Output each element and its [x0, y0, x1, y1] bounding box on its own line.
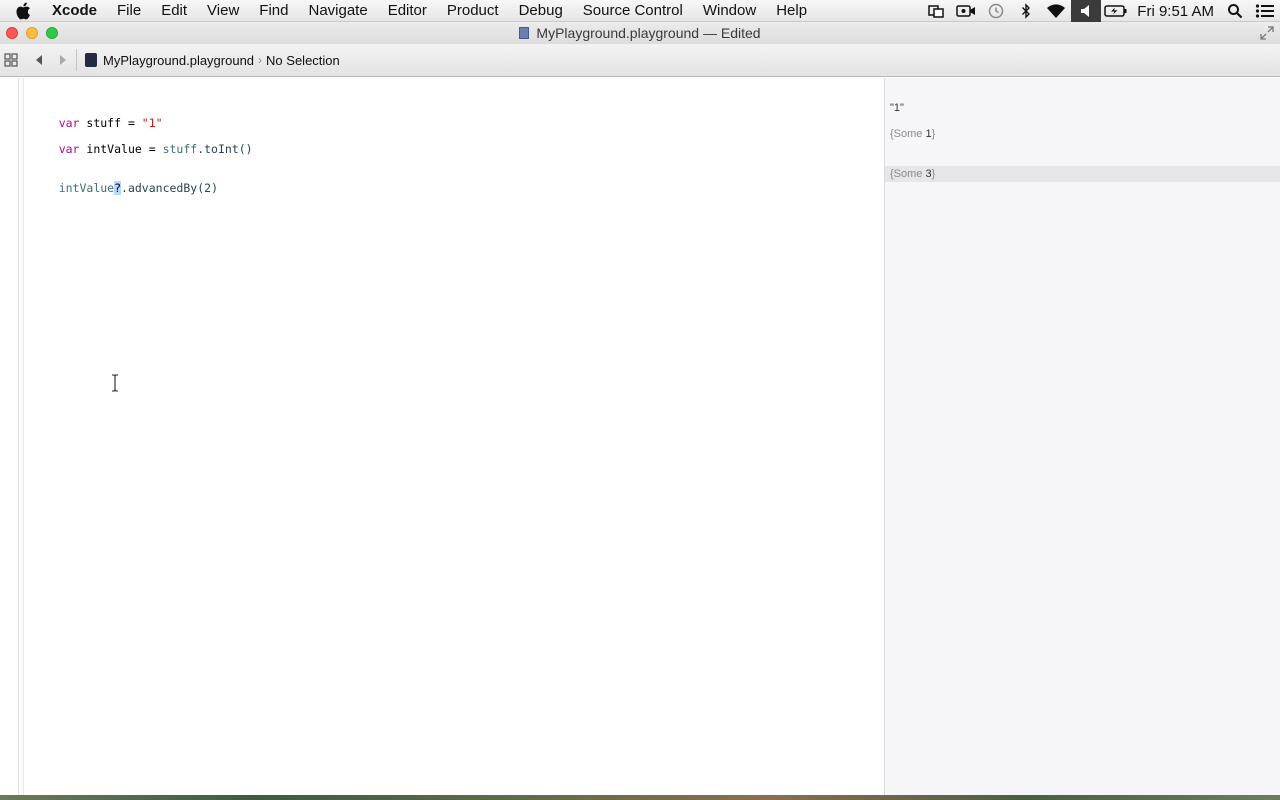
selected-text: ? [114, 181, 122, 195]
result-line-1[interactable]: "1" [890, 102, 904, 114]
menu-window[interactable]: Window [693, 0, 766, 22]
menu-navigate[interactable]: Navigate [298, 0, 377, 22]
camera-icon[interactable] [951, 0, 981, 22]
window-title: MyPlayground.playground — Edited [536, 25, 761, 41]
window-close-button[interactable] [6, 27, 18, 39]
menu-view[interactable]: View [197, 0, 249, 22]
code-text: ) [211, 181, 218, 195]
window-title-bar: MyPlayground.playground — Edited [0, 22, 1280, 44]
spotlight-icon[interactable] [1220, 0, 1250, 22]
menu-bar: Xcode File Edit View Find Navigate Edito… [0, 0, 1280, 22]
breadcrumb-chevron-icon: › [258, 53, 263, 67]
identifier: stuff [162, 142, 198, 156]
editor-gutter [18, 78, 24, 800]
bluetooth-icon[interactable] [1011, 0, 1041, 22]
window-minimize-button[interactable] [26, 27, 38, 39]
result-line-3[interactable]: {Some 3} [885, 166, 1280, 182]
code-line-2[interactable]: var intValue = stuff.toInt() [31, 128, 253, 170]
keyword: var [58, 142, 80, 156]
jump-bar: MyPlayground.playground › No Selection [0, 44, 1280, 77]
menu-product[interactable]: Product [437, 0, 509, 22]
back-arrow-icon[interactable] [29, 44, 49, 77]
related-items-grid-icon[interactable] [1, 44, 21, 77]
ibeam-cursor-icon [110, 374, 120, 392]
result-value: "1" [890, 102, 904, 114]
window-zoom-button[interactable] [46, 27, 58, 39]
menu-find[interactable]: Find [249, 0, 298, 22]
menu-edit[interactable]: Edit [151, 0, 197, 22]
menu-debug[interactable]: Debug [509, 0, 573, 22]
result-prefix: {Some [890, 168, 926, 180]
menu-file[interactable]: File [107, 0, 151, 22]
menu-source-control[interactable]: Source Control [573, 0, 693, 22]
method-call: .advancedBy( [121, 181, 205, 195]
notification-center-icon[interactable] [1250, 0, 1280, 22]
result-prefix: {Some [890, 128, 926, 140]
playground-file-icon [85, 53, 97, 67]
breadcrumb-file[interactable]: MyPlayground.playground [103, 53, 254, 68]
volume-icon[interactable] [1071, 0, 1102, 22]
jump-bar-divider [76, 49, 77, 71]
battery-icon[interactable] [1101, 0, 1131, 22]
identifier: intValue [58, 181, 115, 195]
result-suffix: } [931, 128, 936, 140]
code-text: intValue = [79, 142, 163, 156]
document-icon [519, 27, 530, 39]
method-call: .toInt() [197, 142, 253, 156]
time-machine-icon[interactable] [981, 0, 1011, 22]
breadcrumb-selection[interactable]: No Selection [266, 53, 340, 68]
menu-app-name[interactable]: Xcode [46, 0, 107, 22]
wifi-icon[interactable] [1041, 0, 1071, 22]
result-line-2[interactable]: {Some 1} [890, 128, 935, 140]
fullscreen-icon[interactable] [1260, 26, 1274, 40]
status-area: Fri 9:51 AM [921, 0, 1280, 22]
menu-help[interactable]: Help [766, 0, 817, 22]
code-line-3[interactable]: intValue?.advancedBy(2) [31, 167, 218, 209]
desktop-background-strip [0, 795, 1280, 800]
menu-editor[interactable]: Editor [378, 0, 437, 22]
code-editor[interactable]: var stuff = "1" var intValue = stuff.toI… [0, 78, 884, 800]
screen-share-icon[interactable] [921, 0, 951, 22]
forward-arrow-icon[interactable] [53, 44, 73, 77]
result-suffix: } [931, 168, 936, 180]
menu-clock[interactable]: Fri 9:51 AM [1131, 3, 1220, 20]
results-sidebar: "1" {Some 1} {Some 3} [884, 78, 1280, 800]
apple-menu-icon[interactable] [0, 0, 46, 22]
